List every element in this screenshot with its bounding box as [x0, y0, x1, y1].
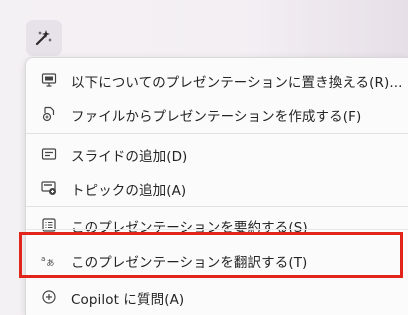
menu-separator [26, 229, 408, 230]
translate-highlight-box [19, 232, 403, 278]
add-slide-icon [41, 146, 57, 162]
file-create-icon [41, 106, 57, 122]
menu-item-replace-presentation[interactable]: 以下についてのプレゼンテーションに置き換える(R)... [26, 62, 408, 96]
copilot-sparkle-icon [34, 28, 54, 48]
menu-item-label: 以下についてのプレゼンテーションに置き換える(R)... [71, 75, 403, 91]
menu-separator [26, 133, 408, 134]
menu-item-label: Copilot に質問(A) [71, 292, 185, 308]
menu-item-ask-copilot[interactable]: Copilot に質問(A) [26, 279, 408, 313]
menu-item-add-slide[interactable]: スライドの追加(D) [26, 136, 408, 170]
menu-item-add-topic[interactable]: トピックの追加(A) [26, 170, 408, 204]
menu-item-label: トピックの追加(A) [71, 183, 187, 199]
menu-item-label: スライドの追加(D) [71, 149, 188, 165]
copilot-button[interactable] [26, 20, 62, 56]
menu-item-label: ファイルからプレゼンテーションを作成する(F) [71, 109, 362, 125]
menu-item-create-from-file[interactable]: ファイルからプレゼンテーションを作成する(F) [26, 96, 408, 130]
add-topic-icon [41, 180, 57, 196]
summarize-icon [41, 217, 57, 233]
presentation-replace-icon [41, 72, 57, 88]
ask-copilot-icon [41, 289, 57, 305]
